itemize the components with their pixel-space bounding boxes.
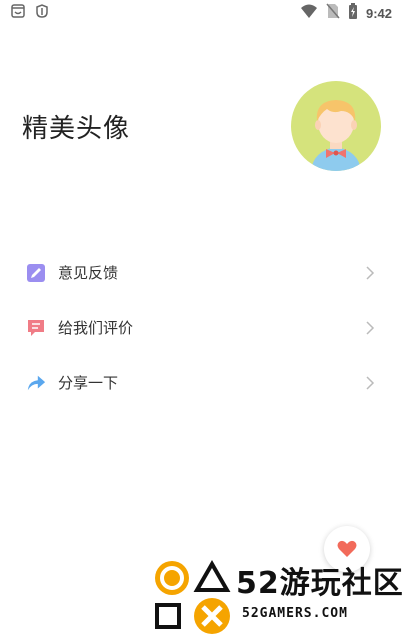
wifi-icon [300, 3, 318, 23]
comment-icon [26, 318, 46, 338]
menu-list: 意见反馈 给我们评价 分享一下 [0, 245, 402, 410]
edit-icon [26, 263, 46, 283]
watermark-url: 52GAMERS.COM [242, 606, 348, 621]
status-bar: 9:42 [0, 0, 402, 24]
menu-item-feedback[interactable]: 意见反馈 [0, 245, 402, 300]
watermark: 52游玩社区 52GAMERS.COM [152, 556, 402, 639]
watermark-title: 52游玩社区 [236, 566, 402, 601]
status-time: 9:42 [365, 5, 392, 21]
notification-icon [10, 3, 26, 23]
menu-item-label: 给我们评价 [58, 319, 134, 337]
menu-item-share[interactable]: 分享一下 [0, 355, 402, 410]
avatar[interactable] [291, 81, 381, 171]
chevron-right-icon [366, 375, 375, 390]
no-sim-icon [326, 3, 340, 23]
bug-icon [34, 3, 50, 23]
gamepad-symbols-logo [155, 559, 231, 634]
page-title: 精美头像 [22, 114, 131, 144]
status-bar-left [10, 3, 50, 23]
battery-charging-icon [348, 3, 358, 23]
status-bar-right: 9:42 [300, 3, 392, 23]
menu-item-label: 分享一下 [58, 374, 119, 392]
chevron-right-icon [366, 320, 375, 335]
share-icon [26, 373, 46, 393]
menu-item-label: 意见反馈 [58, 264, 119, 282]
menu-item-rate-us[interactable]: 给我们评价 [0, 300, 402, 355]
avatar-icon [311, 100, 361, 171]
chevron-right-icon [366, 265, 375, 280]
